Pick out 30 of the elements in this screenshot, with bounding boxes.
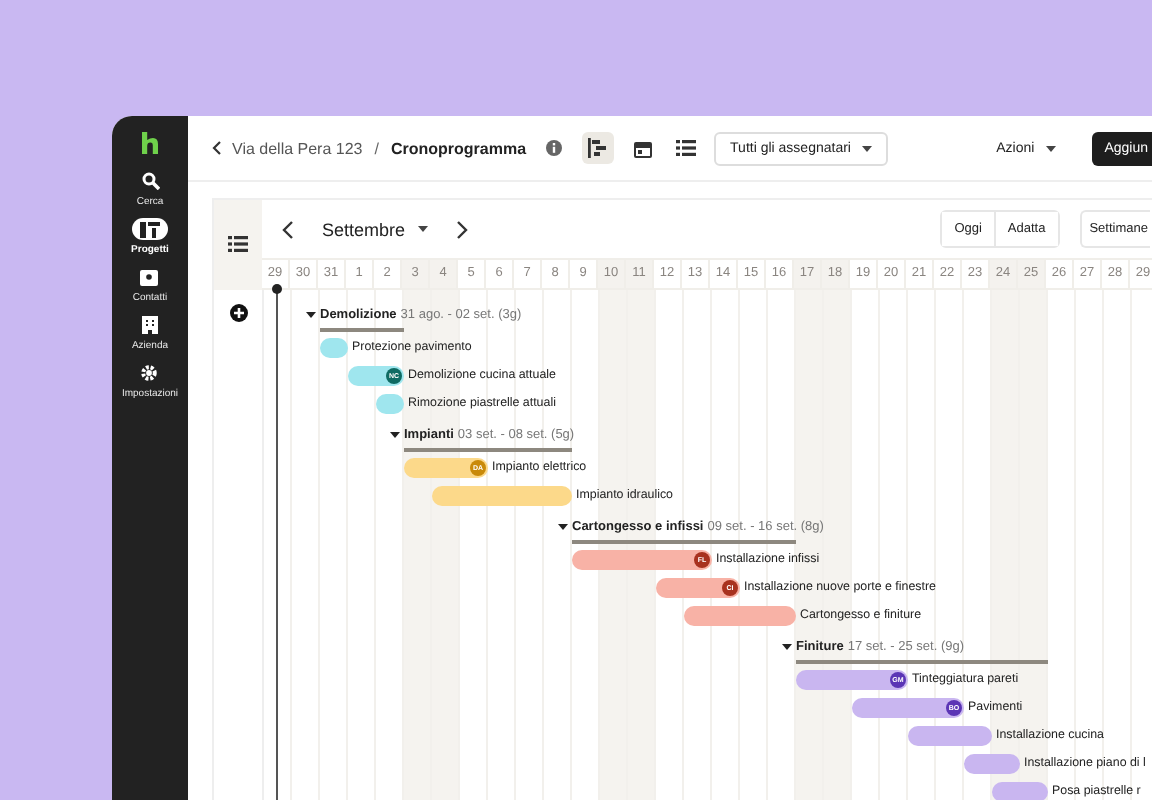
- caret-icon: [862, 145, 873, 151]
- contact-card-icon: [140, 269, 159, 285]
- logo-icon[interactable]: [140, 132, 160, 154]
- list-icon[interactable]: [228, 236, 248, 252]
- add-icon[interactable]: [229, 304, 247, 322]
- caret-icon: [306, 312, 316, 318]
- collapse-toggle[interactable]: [306, 312, 316, 318]
- breadcrumb-separator: /: [374, 139, 379, 157]
- month-dropdown[interactable]: Settembre: [310, 217, 440, 241]
- caret-icon: [558, 524, 568, 530]
- chevron-left-icon: [212, 140, 222, 156]
- page-title: Cronoprogramma: [390, 139, 527, 157]
- building-icon: [141, 316, 158, 334]
- caret-icon: [782, 644, 792, 650]
- settings-icon: [140, 364, 159, 382]
- caret-icon: [390, 432, 400, 438]
- collapse-toggle[interactable]: [558, 524, 568, 530]
- chevron-right-icon[interactable]: [455, 219, 468, 239]
- projects-icon: [139, 221, 160, 237]
- info-icon[interactable]: [546, 140, 563, 156]
- search-icon: [141, 172, 159, 190]
- gantt-icon: [588, 138, 609, 158]
- list-icon: [676, 140, 697, 156]
- view-button[interactable]: [582, 132, 615, 164]
- chevron-left-icon[interactable]: [282, 219, 294, 239]
- caret-icon: [417, 226, 428, 232]
- caret-icon: [1046, 145, 1057, 151]
- collapse-toggle[interactable]: [782, 644, 792, 650]
- collapse-toggle[interactable]: [390, 432, 400, 438]
- calendar-icon: [633, 139, 652, 157]
